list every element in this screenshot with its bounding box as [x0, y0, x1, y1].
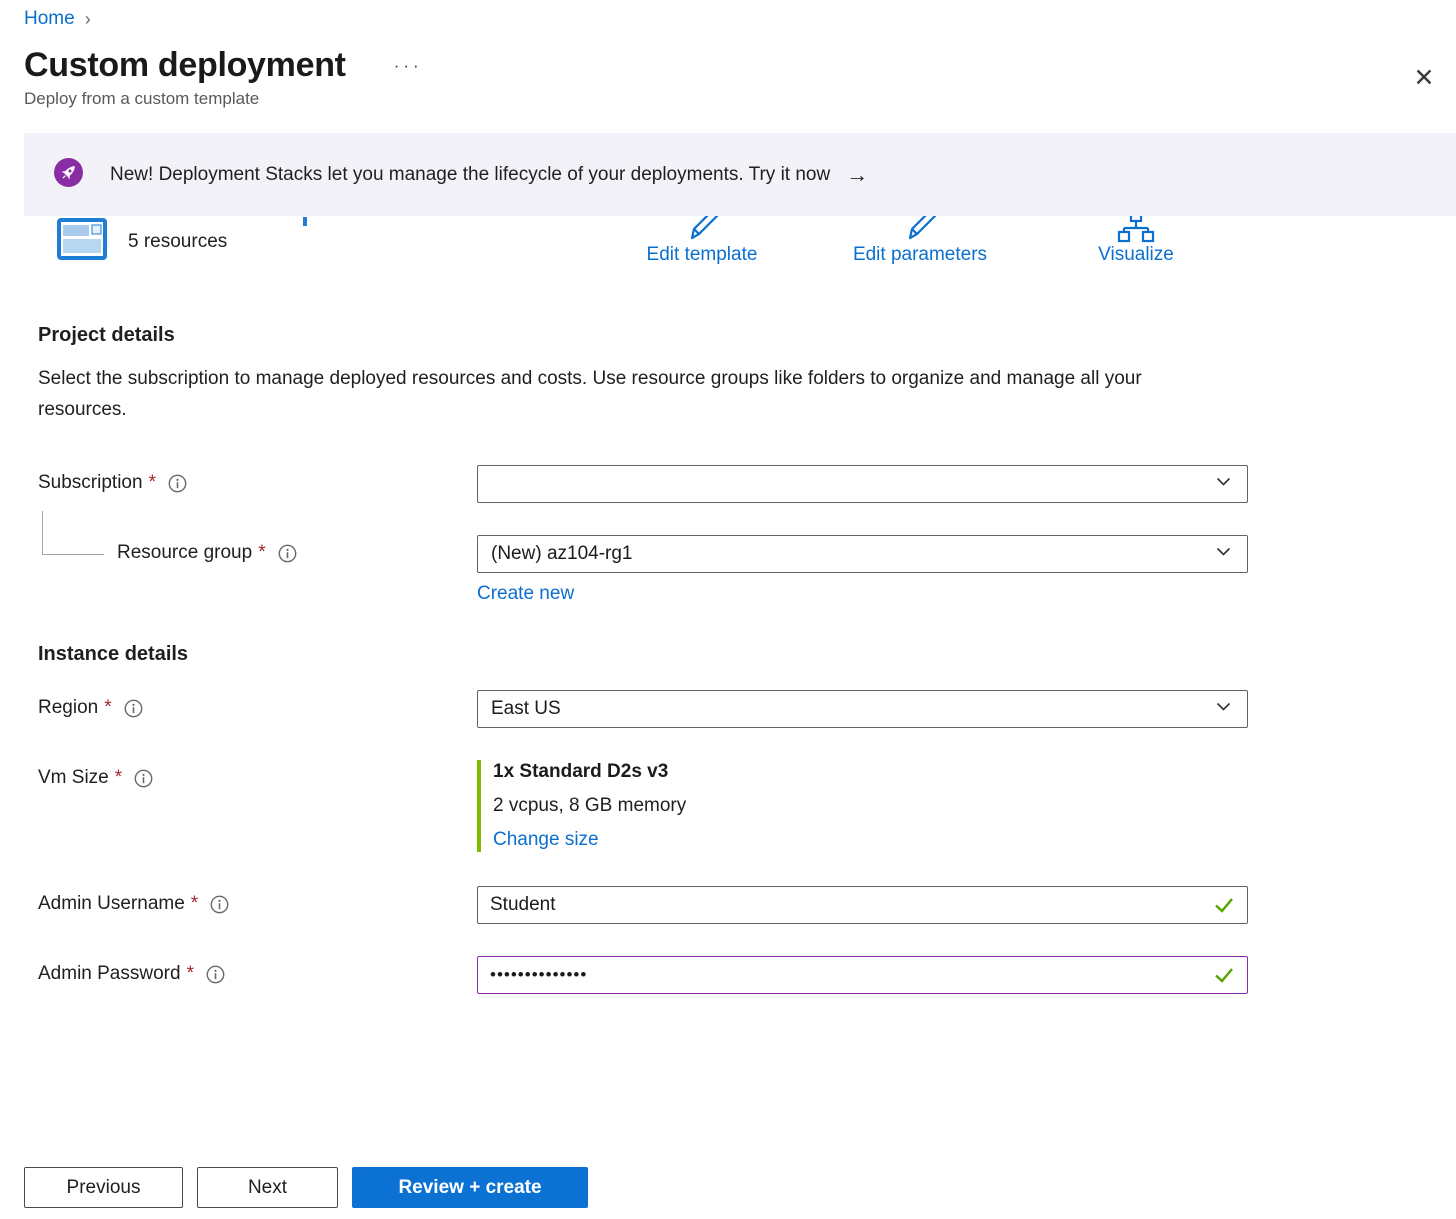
- admin-username-label: Admin Username: [38, 893, 185, 915]
- info-icon[interactable]: [206, 965, 225, 984]
- close-icon[interactable]: ✕: [1408, 62, 1440, 94]
- info-icon[interactable]: [210, 895, 229, 914]
- review-create-button[interactable]: Review + create: [352, 1167, 588, 1208]
- vm-size-summary: 1x Standard D2s v3 2 vcpus, 8 GB memory …: [477, 760, 1248, 852]
- project-details-description: Select the subscription to manage deploy…: [38, 363, 1188, 425]
- banner-text: New! Deployment Stacks let you manage th…: [110, 164, 830, 186]
- admin-username-row: Admin Username *: [38, 886, 1456, 924]
- required-asterisk: *: [258, 542, 265, 564]
- edit-parameters-label: Edit parameters: [838, 244, 1002, 266]
- required-asterisk: *: [115, 767, 122, 789]
- instance-details-heading: Instance details: [38, 643, 1456, 666]
- header: Custom deployment ···: [24, 46, 1456, 85]
- chevron-right-icon: ›: [85, 9, 91, 30]
- pencil-icon: [838, 216, 1002, 244]
- visualize-button[interactable]: Visualize: [1090, 216, 1182, 266]
- template-icon: [57, 218, 107, 265]
- resource-group-value: (New) az104-rg1: [491, 543, 633, 565]
- clipped-element: [303, 217, 307, 226]
- edit-template-button[interactable]: Edit template: [632, 216, 772, 266]
- org-chart-icon: [1090, 216, 1182, 244]
- arrow-right-icon[interactable]: →: [846, 162, 868, 188]
- info-icon[interactable]: [278, 544, 297, 563]
- page-title: Custom deployment: [24, 46, 346, 85]
- template-bar: 5 resources Edit template Edit parameter…: [0, 216, 1456, 278]
- admin-password-row: Admin Password *: [38, 956, 1456, 994]
- pencil-icon: [632, 216, 772, 244]
- required-asterisk: *: [191, 893, 198, 915]
- vm-size-row: Vm Size * 1x Standard D2s v3 2 vcpus, 8 …: [38, 760, 1456, 852]
- rocket-icon: [54, 158, 83, 192]
- breadcrumb: Home ›: [0, 0, 1456, 30]
- resource-group-dropdown[interactable]: (New) az104-rg1: [477, 535, 1248, 573]
- required-asterisk: *: [187, 963, 194, 985]
- admin-password-label: Admin Password: [38, 963, 181, 985]
- vm-size-label: Vm Size: [38, 767, 109, 789]
- subscription-label: Subscription: [38, 472, 143, 494]
- resources-count: 5 resources: [128, 231, 227, 253]
- region-dropdown[interactable]: East US: [477, 690, 1248, 728]
- admin-password-input[interactable]: [477, 956, 1248, 994]
- next-button[interactable]: Next: [197, 1167, 338, 1208]
- info-icon[interactable]: [168, 474, 187, 493]
- edit-parameters-button[interactable]: Edit parameters: [838, 216, 1002, 266]
- deployment-stacks-banner[interactable]: New! Deployment Stacks let you manage th…: [24, 133, 1456, 216]
- required-asterisk: *: [149, 472, 156, 494]
- chevron-down-icon: [1215, 698, 1232, 721]
- admin-username-input[interactable]: [477, 886, 1248, 924]
- previous-button[interactable]: Previous: [24, 1167, 183, 1208]
- vm-size-specs: 2 vcpus, 8 GB memory: [493, 795, 1248, 817]
- template-resources: 5 resources: [57, 218, 227, 265]
- resource-group-label: Resource group: [117, 542, 252, 564]
- region-value: East US: [491, 698, 561, 720]
- chevron-down-icon: [1215, 473, 1232, 496]
- change-size-link[interactable]: Change size: [493, 829, 599, 851]
- more-options-icon[interactable]: ···: [390, 52, 427, 80]
- resource-group-row: Resource group * (New) az104-rg1: [38, 535, 1456, 605]
- region-label: Region: [38, 697, 98, 719]
- info-icon[interactable]: [124, 699, 143, 718]
- edit-template-label: Edit template: [632, 244, 772, 266]
- subscription-connector-line: [42, 511, 104, 555]
- subscription-row: Subscription *: [38, 465, 1456, 503]
- required-asterisk: *: [104, 697, 111, 719]
- project-details-heading: Project details: [38, 324, 1456, 347]
- vm-size-title: 1x Standard D2s v3: [493, 761, 1248, 783]
- chevron-down-icon: [1215, 543, 1232, 566]
- visualize-label: Visualize: [1090, 244, 1182, 266]
- info-icon[interactable]: [134, 769, 153, 788]
- page-subtitle: Deploy from a custom template: [24, 89, 1456, 109]
- create-new-link[interactable]: Create new: [477, 583, 574, 605]
- subscription-dropdown[interactable]: [477, 465, 1248, 503]
- region-row: Region * East US: [38, 690, 1456, 728]
- breadcrumb-home-link[interactable]: Home: [24, 8, 75, 30]
- footer-actions: Previous Next Review + create: [24, 1167, 588, 1208]
